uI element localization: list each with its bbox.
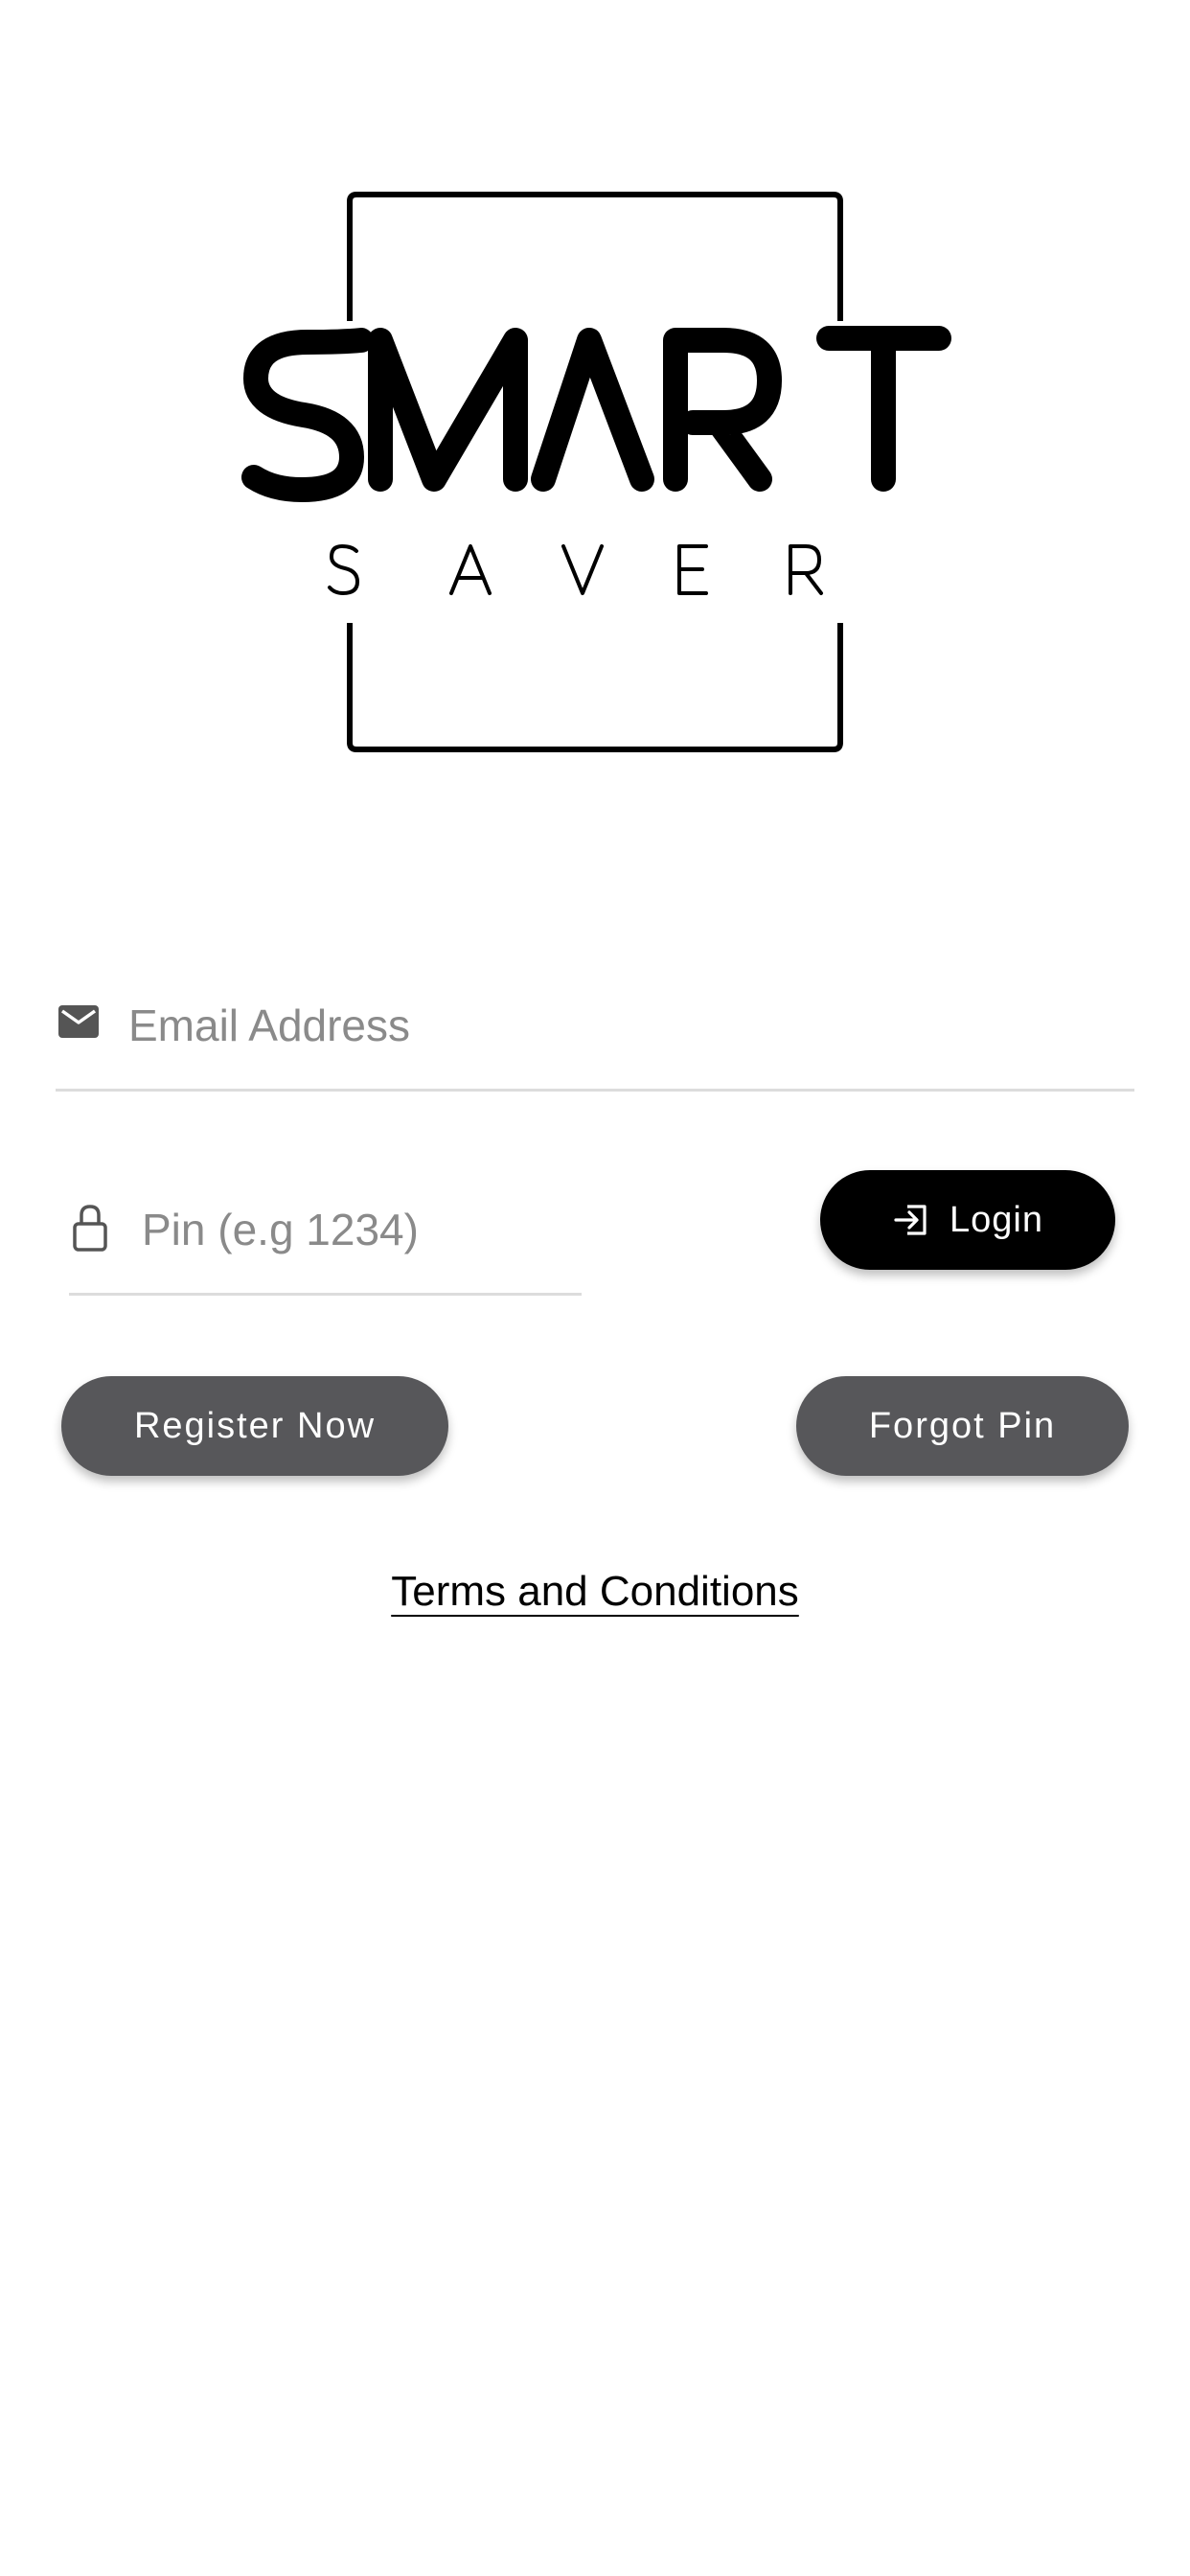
terms-and-conditions-link[interactable]: Terms and Conditions bbox=[391, 1568, 799, 1615]
forgot-pin-button[interactable]: Forgot Pin bbox=[796, 1376, 1129, 1476]
terms-footer: Terms and Conditions bbox=[0, 1568, 1190, 1616]
smart-saver-logo bbox=[235, 187, 953, 762]
pin-field[interactable] bbox=[69, 1184, 582, 1296]
pin-input[interactable] bbox=[142, 1191, 573, 1268]
login-button[interactable]: Login bbox=[820, 1170, 1115, 1270]
register-label: Register Now bbox=[133, 1405, 377, 1446]
lock-icon bbox=[73, 1203, 107, 1253]
sign-in-icon bbox=[892, 1201, 930, 1239]
register-now-button[interactable]: Register Now bbox=[61, 1376, 448, 1476]
forgot-pin-label: Forgot Pin bbox=[868, 1405, 1057, 1446]
mail-icon bbox=[57, 1004, 100, 1039]
email-input[interactable] bbox=[128, 987, 1125, 1064]
email-field[interactable] bbox=[56, 978, 1134, 1092]
login-label: Login bbox=[950, 1199, 1043, 1240]
